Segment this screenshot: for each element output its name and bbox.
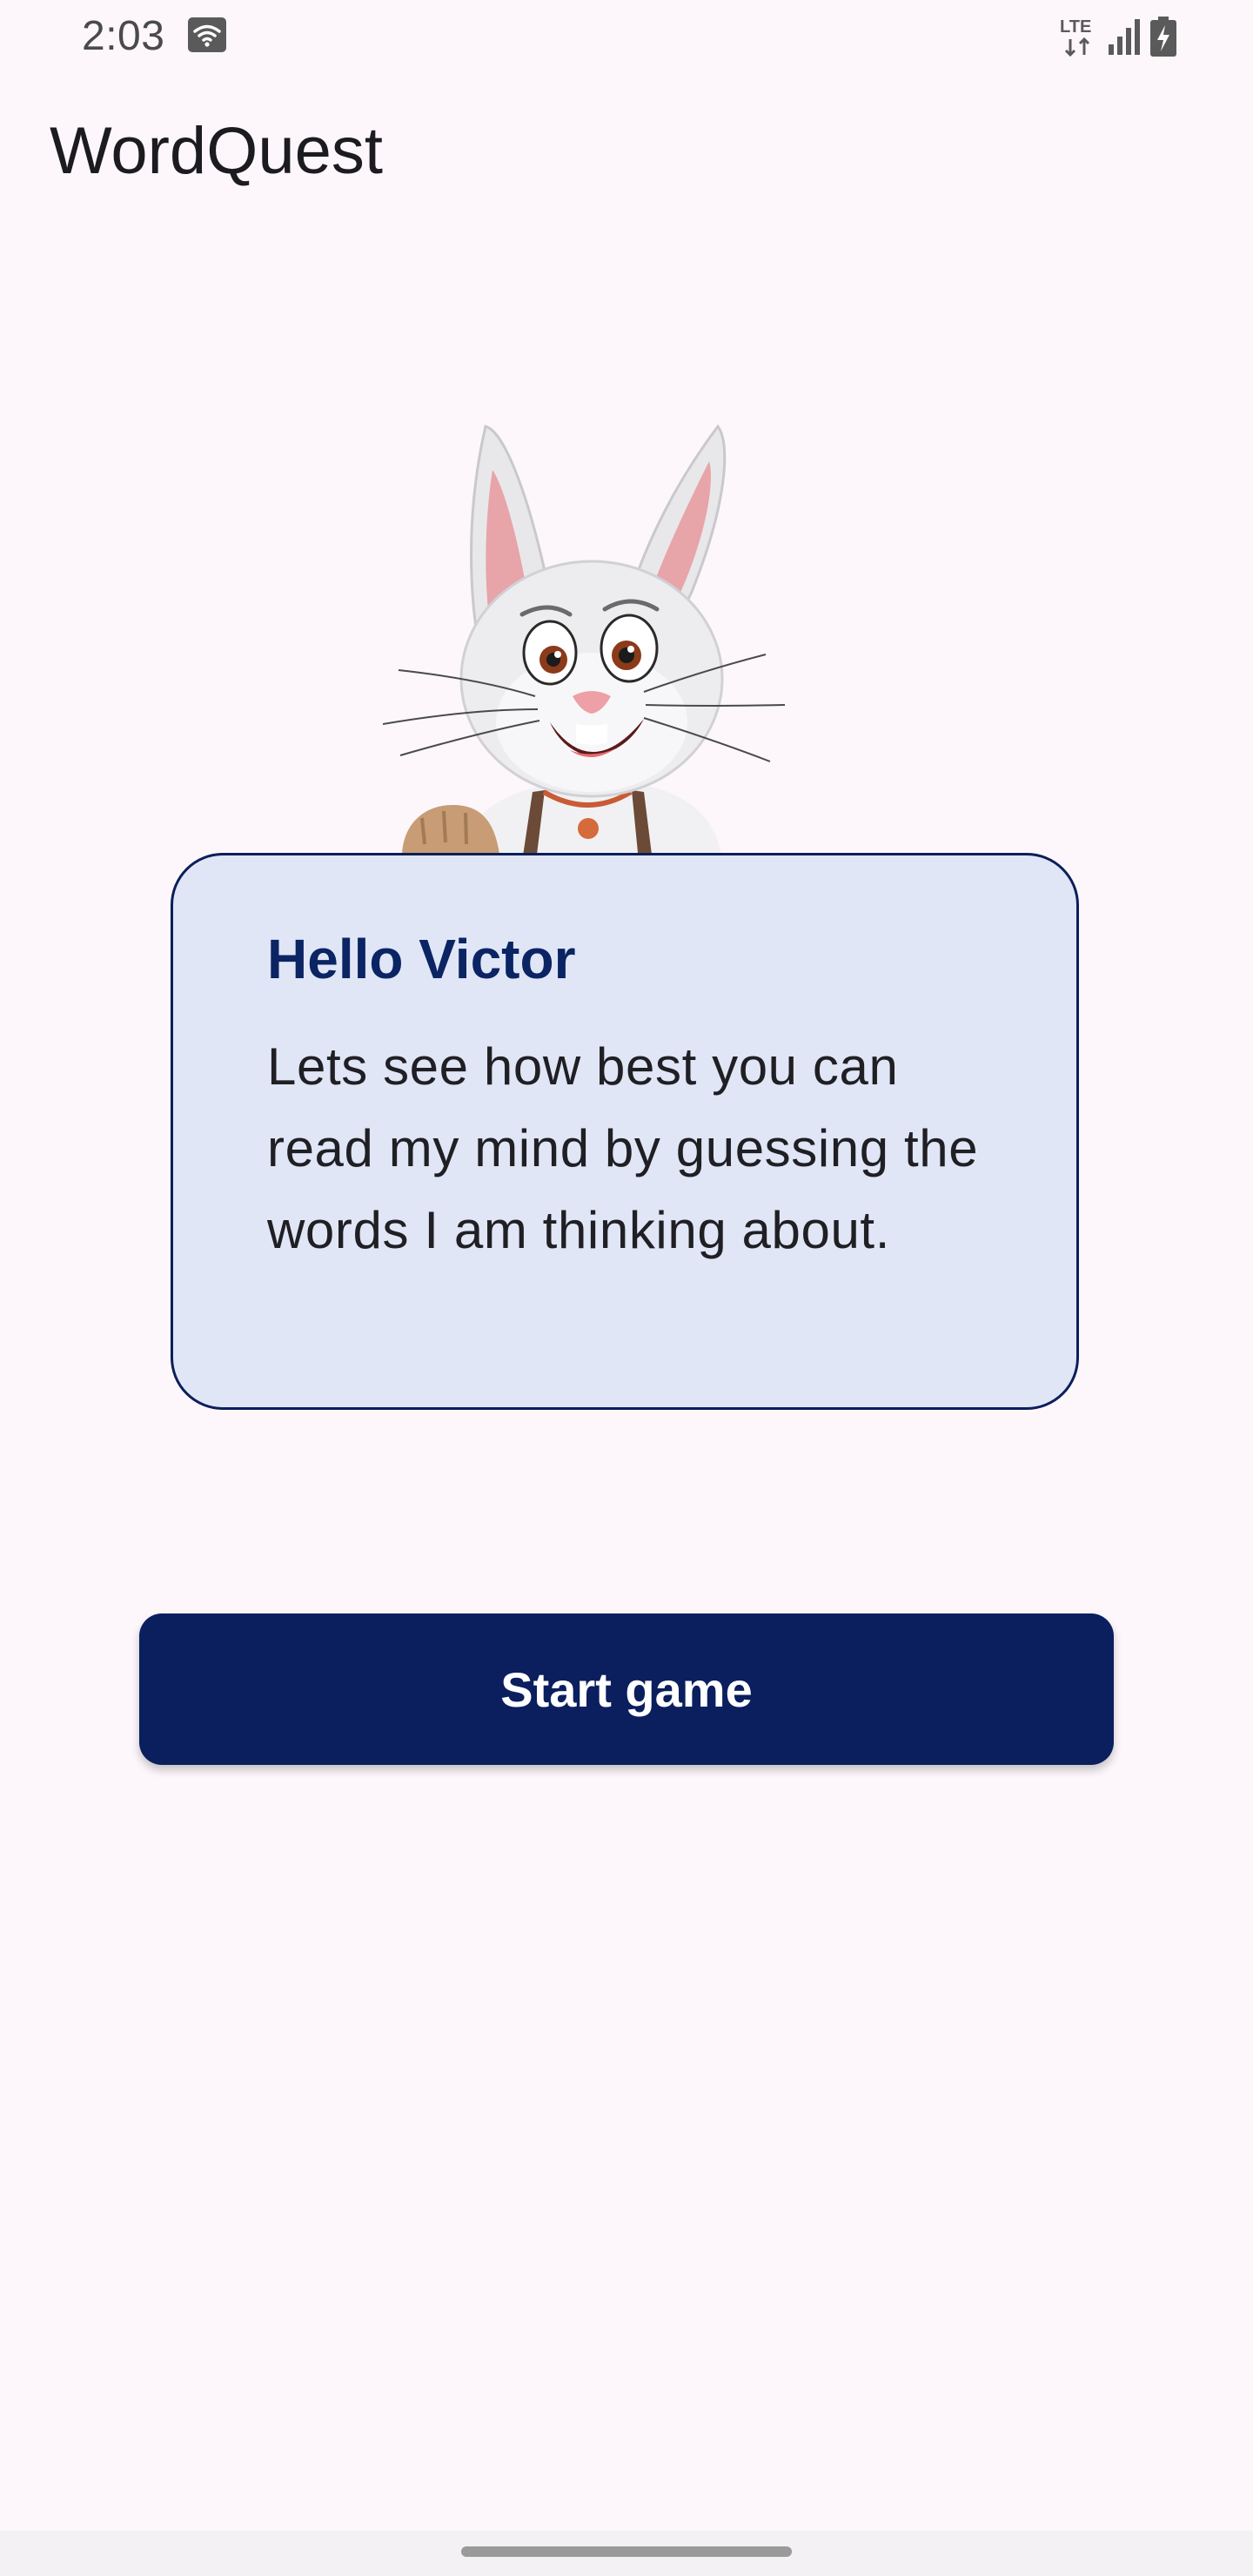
network-label: LTE bbox=[1060, 17, 1091, 37]
greeting-title: Hello Victor bbox=[267, 928, 576, 990]
home-gesture-handle[interactable] bbox=[461, 2546, 792, 2557]
battery-charging-icon bbox=[1150, 17, 1176, 57]
status-bar: 2:03 LTE bbox=[0, 0, 1253, 73]
signal-icon bbox=[1109, 19, 1140, 55]
speech-card: Hello Victor Lets see how best you can r… bbox=[171, 853, 1079, 1410]
wifi-icon bbox=[188, 17, 226, 52]
lte-icon: LTE bbox=[1060, 17, 1091, 57]
start-game-button[interactable]: Start game bbox=[139, 1613, 1114, 1765]
app-title: WordQuest bbox=[50, 114, 383, 188]
status-time: 2:03 bbox=[82, 13, 165, 59]
greeting-message: Lets see how best you can read my mind b… bbox=[267, 1037, 979, 1259]
status-icons: LTE bbox=[1058, 14, 1176, 59]
bunny-mascot-icon bbox=[383, 424, 786, 862]
